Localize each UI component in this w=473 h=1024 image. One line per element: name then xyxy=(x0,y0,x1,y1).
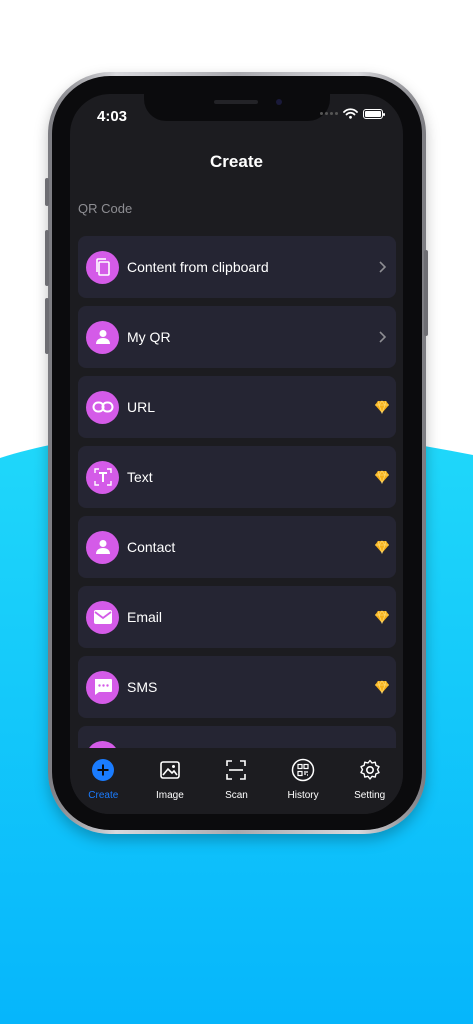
app-screen: 4:03 Create QR Code Content from clipboa… xyxy=(70,94,403,814)
clipboard-copy-icon xyxy=(86,250,119,284)
list-item-label: SMS xyxy=(127,679,158,695)
image-icon xyxy=(160,761,180,779)
premium-gem-icon xyxy=(375,610,389,624)
tab-scan[interactable]: Scan xyxy=(203,758,269,801)
list-item-label: URL xyxy=(127,399,156,415)
tab-image[interactable]: Image xyxy=(137,758,203,801)
list-item-label: Email xyxy=(127,609,163,625)
mail-icon xyxy=(86,600,119,634)
list-item-label: Content from clipboard xyxy=(127,259,269,275)
premium-gem-icon xyxy=(375,540,389,554)
tab-label: History xyxy=(287,790,319,801)
page-title: Create xyxy=(210,152,263,171)
list-item-email[interactable]: Email xyxy=(78,586,396,648)
text-icon xyxy=(86,460,119,494)
premium-gem-icon xyxy=(375,470,389,484)
status-icons xyxy=(320,108,385,119)
chevron-right-icon xyxy=(379,261,387,273)
qr-history-icon xyxy=(291,758,315,782)
list-item-sms[interactable]: SMS xyxy=(78,656,396,718)
status-time: 4:03 xyxy=(97,108,128,125)
list-item-clipboard[interactable]: Content from clipboard xyxy=(78,236,396,298)
tab-label: Image xyxy=(155,790,184,801)
person-icon xyxy=(86,530,119,564)
volume-up-button xyxy=(45,230,49,286)
list-item-url[interactable]: URL xyxy=(78,376,396,438)
tab-create[interactable]: Create xyxy=(70,758,136,801)
power-button xyxy=(424,250,428,336)
gear-icon xyxy=(359,759,380,780)
person-icon xyxy=(86,320,119,354)
list-item-my-qr[interactable]: My QR xyxy=(78,306,396,368)
signal-icon xyxy=(320,112,338,115)
wifi-icon xyxy=(343,108,358,119)
list-item-label: Contact xyxy=(127,539,176,555)
list-item-label: Text xyxy=(127,469,153,485)
premium-gem-icon xyxy=(375,400,389,414)
message-icon xyxy=(86,670,119,704)
tab-history[interactable]: History xyxy=(270,758,336,801)
section-title: QR Code xyxy=(78,201,133,216)
list-item-text[interactable]: Text xyxy=(78,446,396,508)
link-icon xyxy=(86,390,119,424)
mute-switch xyxy=(45,178,49,206)
create-list: Content from clipboard My QR URL Text Co… xyxy=(78,236,396,796)
battery-icon xyxy=(363,108,385,119)
tab-bar: Create Image Scan History Setting xyxy=(70,748,403,814)
notch xyxy=(144,94,330,121)
list-item-contact[interactable]: Contact xyxy=(78,516,396,578)
scan-icon xyxy=(226,760,247,780)
plus-circle-icon xyxy=(92,759,115,781)
chevron-right-icon xyxy=(379,331,387,343)
tab-label: Scan xyxy=(225,790,248,801)
premium-gem-icon xyxy=(375,680,389,694)
list-item-label: My QR xyxy=(127,329,171,345)
volume-down-button xyxy=(45,298,49,354)
tab-label: Setting xyxy=(354,790,386,801)
tab-label: Create xyxy=(88,790,119,801)
tab-setting[interactable]: Setting xyxy=(337,758,403,801)
